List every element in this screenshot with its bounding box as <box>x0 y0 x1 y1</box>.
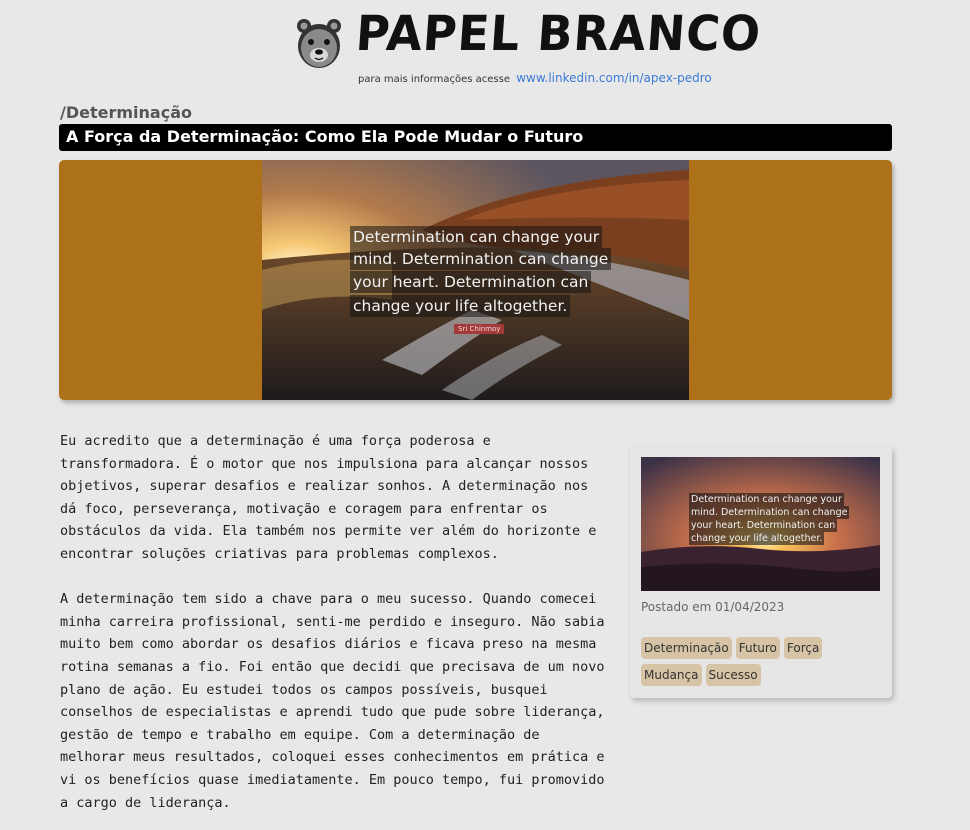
info-line: para mais informações acesse www.linkedi… <box>358 71 712 85</box>
tag-forca[interactable]: Força <box>783 637 823 659</box>
post-thumbnail[interactable]: Determination can change your mind. Dete… <box>641 457 880 591</box>
brand-name: PAPEL BRANCO <box>354 4 763 62</box>
hero-quote-line-4: change your life altogether. <box>350 295 571 317</box>
tag-determinacao[interactable]: Determinação <box>641 637 732 659</box>
post-category[interactable]: /Determinação <box>60 103 192 122</box>
article-body: Eu acredito que a determinação é uma for… <box>60 430 610 830</box>
thumb-quote-line-3: your heart. Determination can <box>689 519 838 532</box>
post-title: A Força da Determinação: Como Ela Pode M… <box>66 127 584 146</box>
thumb-quote-line-1: Determination can change your <box>689 493 844 506</box>
article-paragraph-2: A determinação tem sido a chave para o m… <box>60 591 605 811</box>
hero-quote-line-2: mind. Determination can change <box>350 248 612 270</box>
tag-futuro[interactable]: Futuro <box>735 637 780 659</box>
bear-icon <box>297 19 341 68</box>
thumb-quote-line-4: change your life altogether. <box>689 532 825 545</box>
hero-quote-line-1: Determination can change your <box>350 226 603 248</box>
linkedin-link[interactable]: www.linkedin.com/in/apex-pedro <box>516 71 712 85</box>
tag-mudanca[interactable]: Mudança <box>641 664 702 686</box>
hero-quote-line-3: your heart. Determination can <box>350 271 592 293</box>
article-paragraph-1: Eu acredito que a determinação é uma for… <box>60 433 597 562</box>
hero-banner: Determination can change your mind. Dete… <box>59 160 892 400</box>
site-header: PAPEL BRANCO para mais informações acess… <box>0 0 970 100</box>
post-info-card: Determination can change your mind. Dete… <box>630 446 892 698</box>
thumb-quote-line-2: mind. Determination can change <box>689 506 850 519</box>
post-date: Postado em 01/04/2023 <box>641 600 785 614</box>
hero-image: Determination can change your mind. Dete… <box>262 160 689 400</box>
hero-quote-author: Sri Chinmoy <box>454 324 505 334</box>
info-text: para mais informações acesse <box>358 74 510 85</box>
post-title-bar: A Força da Determinação: Como Ela Pode M… <box>59 124 892 151</box>
tag-list: Determinação Futuro Força Mudança Sucess… <box>641 637 881 686</box>
site-logo[interactable]: PAPEL BRANCO <box>294 5 763 72</box>
tag-sucesso[interactable]: Sucesso <box>705 664 761 686</box>
